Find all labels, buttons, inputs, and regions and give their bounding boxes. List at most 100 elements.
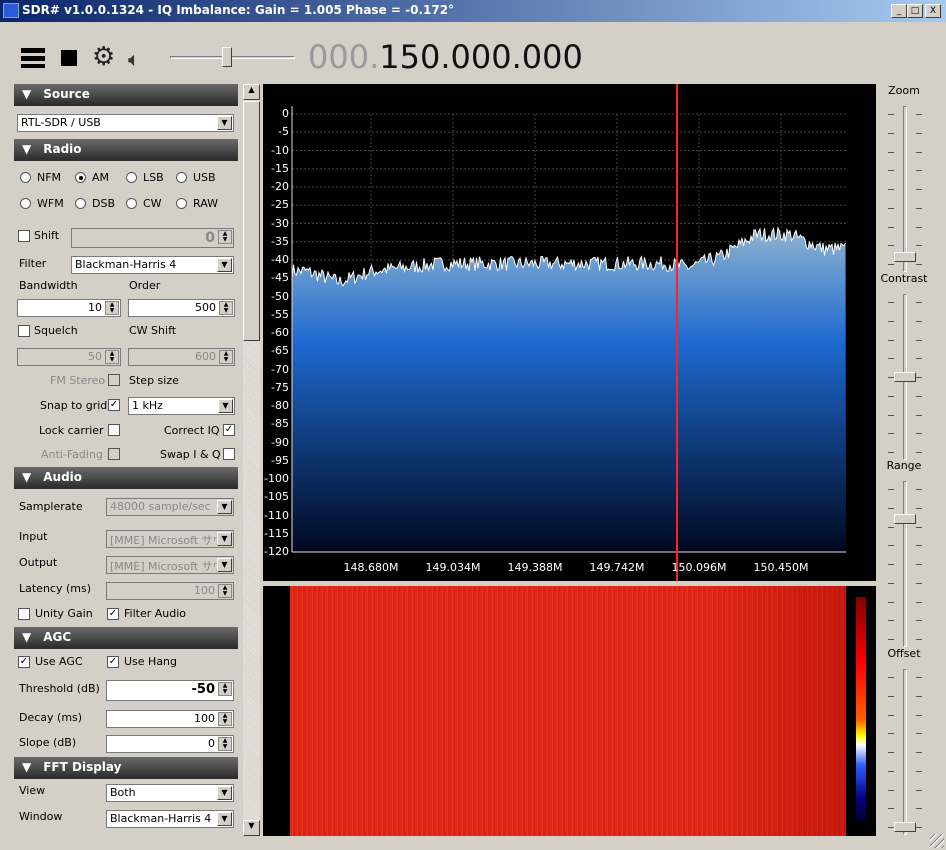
maximize-button[interactable]: □ [907,4,923,18]
contrast-slider[interactable] [888,294,922,460]
squelch-label: Squelch [34,324,78,337]
minimize-button[interactable]: _ [891,4,907,18]
range-slider[interactable] [888,481,922,647]
zoom-slider[interactable] [888,106,922,272]
y-tick-label: -75 [271,380,289,394]
source-header[interactable]: ▼ Source [14,84,238,106]
frequency-display[interactable]: 150.000.000 [379,38,583,76]
gear-icon[interactable]: ⚙ [92,44,115,70]
input-select[interactable]: [MME] Microsoft サウ ▼ [106,530,234,548]
contrast-slider-thumb[interactable] [894,372,916,382]
y-tick-label: -70 [271,362,289,376]
squelch-input[interactable]: 50 ▲ ▼ [17,348,121,366]
y-tick-label: -95 [271,453,289,467]
speaker-icon[interactable]: 🔈︎ [128,47,140,71]
use-hang-label: Use Hang [124,655,178,668]
scroll-thumb[interactable] [243,101,260,341]
anti-fading-label: Anti-Fading [41,448,103,461]
shift-checkbox[interactable] [18,230,30,242]
volume-slider[interactable] [170,42,295,74]
view-select[interactable]: Both ▼ [106,784,234,802]
y-tick-label: -100 [264,472,289,485]
anti-fading-checkbox[interactable] [108,448,120,460]
y-tick-label: -10 [271,143,289,157]
y-tick-label: -60 [271,326,289,339]
mode-radio-cw[interactable] [126,198,137,209]
mode-label-cw: CW [143,197,162,210]
offset-slider[interactable] [888,669,922,835]
correct-iq-checkbox[interactable]: ✓ [223,424,235,436]
use-agc-checkbox[interactable]: ✓ [18,656,30,668]
app-icon [3,3,19,18]
window-label: Window [19,810,63,823]
bandwidth-input[interactable]: 10 ▲ ▼ [17,299,121,317]
offset-slider-thumb[interactable] [894,822,916,832]
mode-radio-am[interactable] [75,172,86,183]
window-select[interactable]: Blackman-Harris 4 ▼ [106,810,234,828]
step-size-select[interactable]: 1 kHz ▼ [128,397,235,415]
y-tick-label: -25 [271,198,289,212]
scroll-up-button[interactable]: ▲ [243,84,260,100]
close-button[interactable]: X [925,4,941,18]
samplerate-select[interactable]: 48000 sample/sec ▼ [106,498,234,516]
mode-radio-raw[interactable] [176,198,187,209]
output-label: Output [19,556,58,569]
filter-audio-label: Filter Audio [124,607,187,620]
mode-radio-lsb[interactable] [126,172,137,183]
range-slider-thumb[interactable] [894,514,916,524]
menu-icon[interactable] [21,48,45,68]
swap-iq-label: Swap I & Q [160,448,221,461]
fft-display-header[interactable]: ▼ FFT Display [14,757,238,779]
lock-carrier-checkbox[interactable] [108,424,120,436]
shift-input[interactable]: 0 ▲ ▼ [71,228,234,248]
decay-input[interactable]: 100 ▲ ▼ [106,710,234,728]
swap-iq-checkbox[interactable] [223,448,235,460]
range-label: Range [886,459,922,472]
y-tick-label: -50 [271,289,289,303]
y-tick-label: -20 [271,180,289,193]
output-select[interactable]: [MME] Microsoft サウ ▼ [106,556,234,574]
left-panel-scrollbar[interactable]: ▲ ▼ [243,84,260,836]
use-hang-checkbox[interactable]: ✓ [107,656,119,668]
scroll-down-button[interactable]: ▼ [243,820,260,836]
spectrum-analyzer[interactable] [263,84,876,581]
order-input[interactable]: 500 ▲ ▼ [128,299,235,317]
mode-radio-dsb[interactable] [75,198,86,209]
fm-stereo-checkbox[interactable] [108,374,120,386]
correct-iq-label: Correct IQ [164,424,220,437]
cw-shift-input[interactable]: 600 ▲ ▼ [128,348,235,366]
radio-header[interactable]: ▼ Radio [14,139,238,161]
offset-label: Offset [887,647,921,660]
unity-gain-label: Unity Gain [35,607,93,620]
volume-thumb[interactable] [221,47,232,67]
y-tick-label: -5 [278,125,289,139]
frequency-prefix[interactable]: 000. [308,38,379,76]
x-tick-label: 150.450M [753,561,809,574]
fm-stereo-label: FM Stereo [50,374,106,387]
waterfall-display[interactable] [263,586,876,836]
threshold-label: Threshold (dB) [19,682,100,695]
resize-grip[interactable] [930,834,944,848]
unity-gain-checkbox[interactable] [18,608,30,620]
y-tick-label: -30 [271,216,289,230]
filter-select[interactable]: Blackman-Harris 4 ▼ [71,256,234,274]
mode-radio-usb[interactable] [176,172,187,183]
squelch-checkbox[interactable] [18,325,30,337]
latency-input[interactable]: 100 ▲ ▼ [106,582,234,600]
mode-radio-nfm[interactable] [20,172,31,183]
window-title: SDR# v1.0.0.1324 - IQ Imbalance: Gain = … [22,3,455,17]
threshold-input[interactable]: -50 ▲ ▼ [106,680,234,701]
source-device-select[interactable]: RTL-SDR / USB ▼ [17,114,234,132]
agc-header[interactable]: ▼ AGC [14,627,238,649]
y-tick-label: -45 [271,271,289,285]
stop-icon[interactable] [61,50,77,66]
audio-header[interactable]: ▼ Audio [14,467,238,489]
snap-to-grid-checkbox[interactable]: ✓ [108,399,120,411]
samplerate-label: Samplerate [19,500,83,513]
y-tick-label: -120 [264,545,289,558]
filter-audio-checkbox[interactable]: ✓ [107,608,119,620]
mode-radio-wfm[interactable] [20,198,31,209]
x-tick-label: 149.034M [425,561,481,574]
slope-input[interactable]: 0 ▲ ▼ [106,735,234,753]
zoom-slider-thumb[interactable] [894,251,916,262]
